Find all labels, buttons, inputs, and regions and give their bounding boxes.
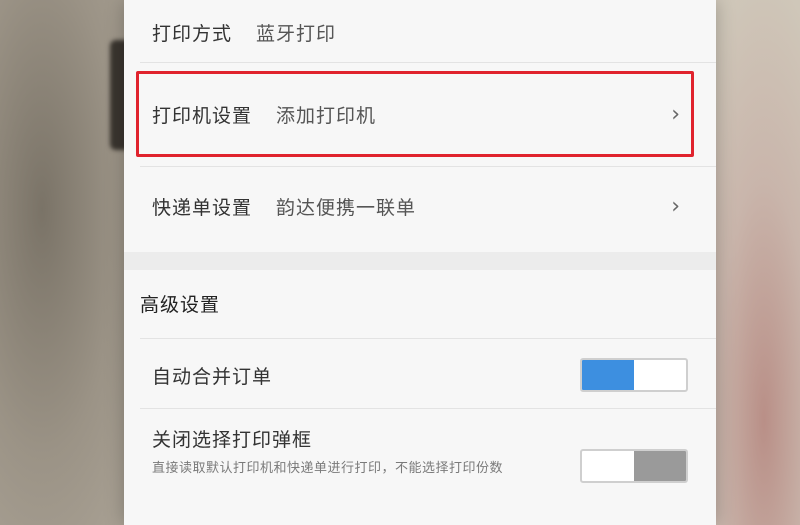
close-dialog-toggle[interactable]: [580, 449, 688, 483]
print-method-label: 打印方式: [152, 22, 233, 45]
divider: [140, 338, 716, 339]
divider: [140, 166, 716, 167]
close-dialog-description: 直接读取默认打印机和快递单进行打印，不能选择打印份数: [152, 461, 504, 476]
waybill-settings-row[interactable]: 快递单设置 韵达便携一联单 ›: [124, 168, 716, 244]
close-dialog-label: 关闭选择打印弹框: [152, 428, 313, 451]
divider: [140, 62, 716, 63]
section-separator: [124, 252, 716, 270]
print-method-row[interactable]: 打印方式 蓝牙打印: [124, 10, 716, 54]
waybill-settings-label: 快递单设置: [152, 196, 253, 219]
auto-merge-label: 自动合并订单: [152, 365, 273, 388]
waybill-settings-value: 韵达便携一联单: [276, 196, 417, 219]
advanced-settings-title: 高级设置: [140, 294, 221, 316]
background-left: [0, 0, 140, 525]
print-method-value: 蓝牙打印: [256, 22, 337, 45]
chevron-right-icon: ›: [671, 193, 680, 219]
toggle-off-fill: [634, 451, 686, 481]
highlight-box: [136, 71, 694, 157]
settings-screen: 打印方式 蓝牙打印 打印机设置 添加打印机 › 快递单设置 韵达便携一联单 › …: [124, 0, 716, 525]
toggle-on-fill: [582, 360, 634, 390]
auto-merge-toggle[interactable]: [580, 358, 688, 392]
divider: [140, 408, 716, 409]
